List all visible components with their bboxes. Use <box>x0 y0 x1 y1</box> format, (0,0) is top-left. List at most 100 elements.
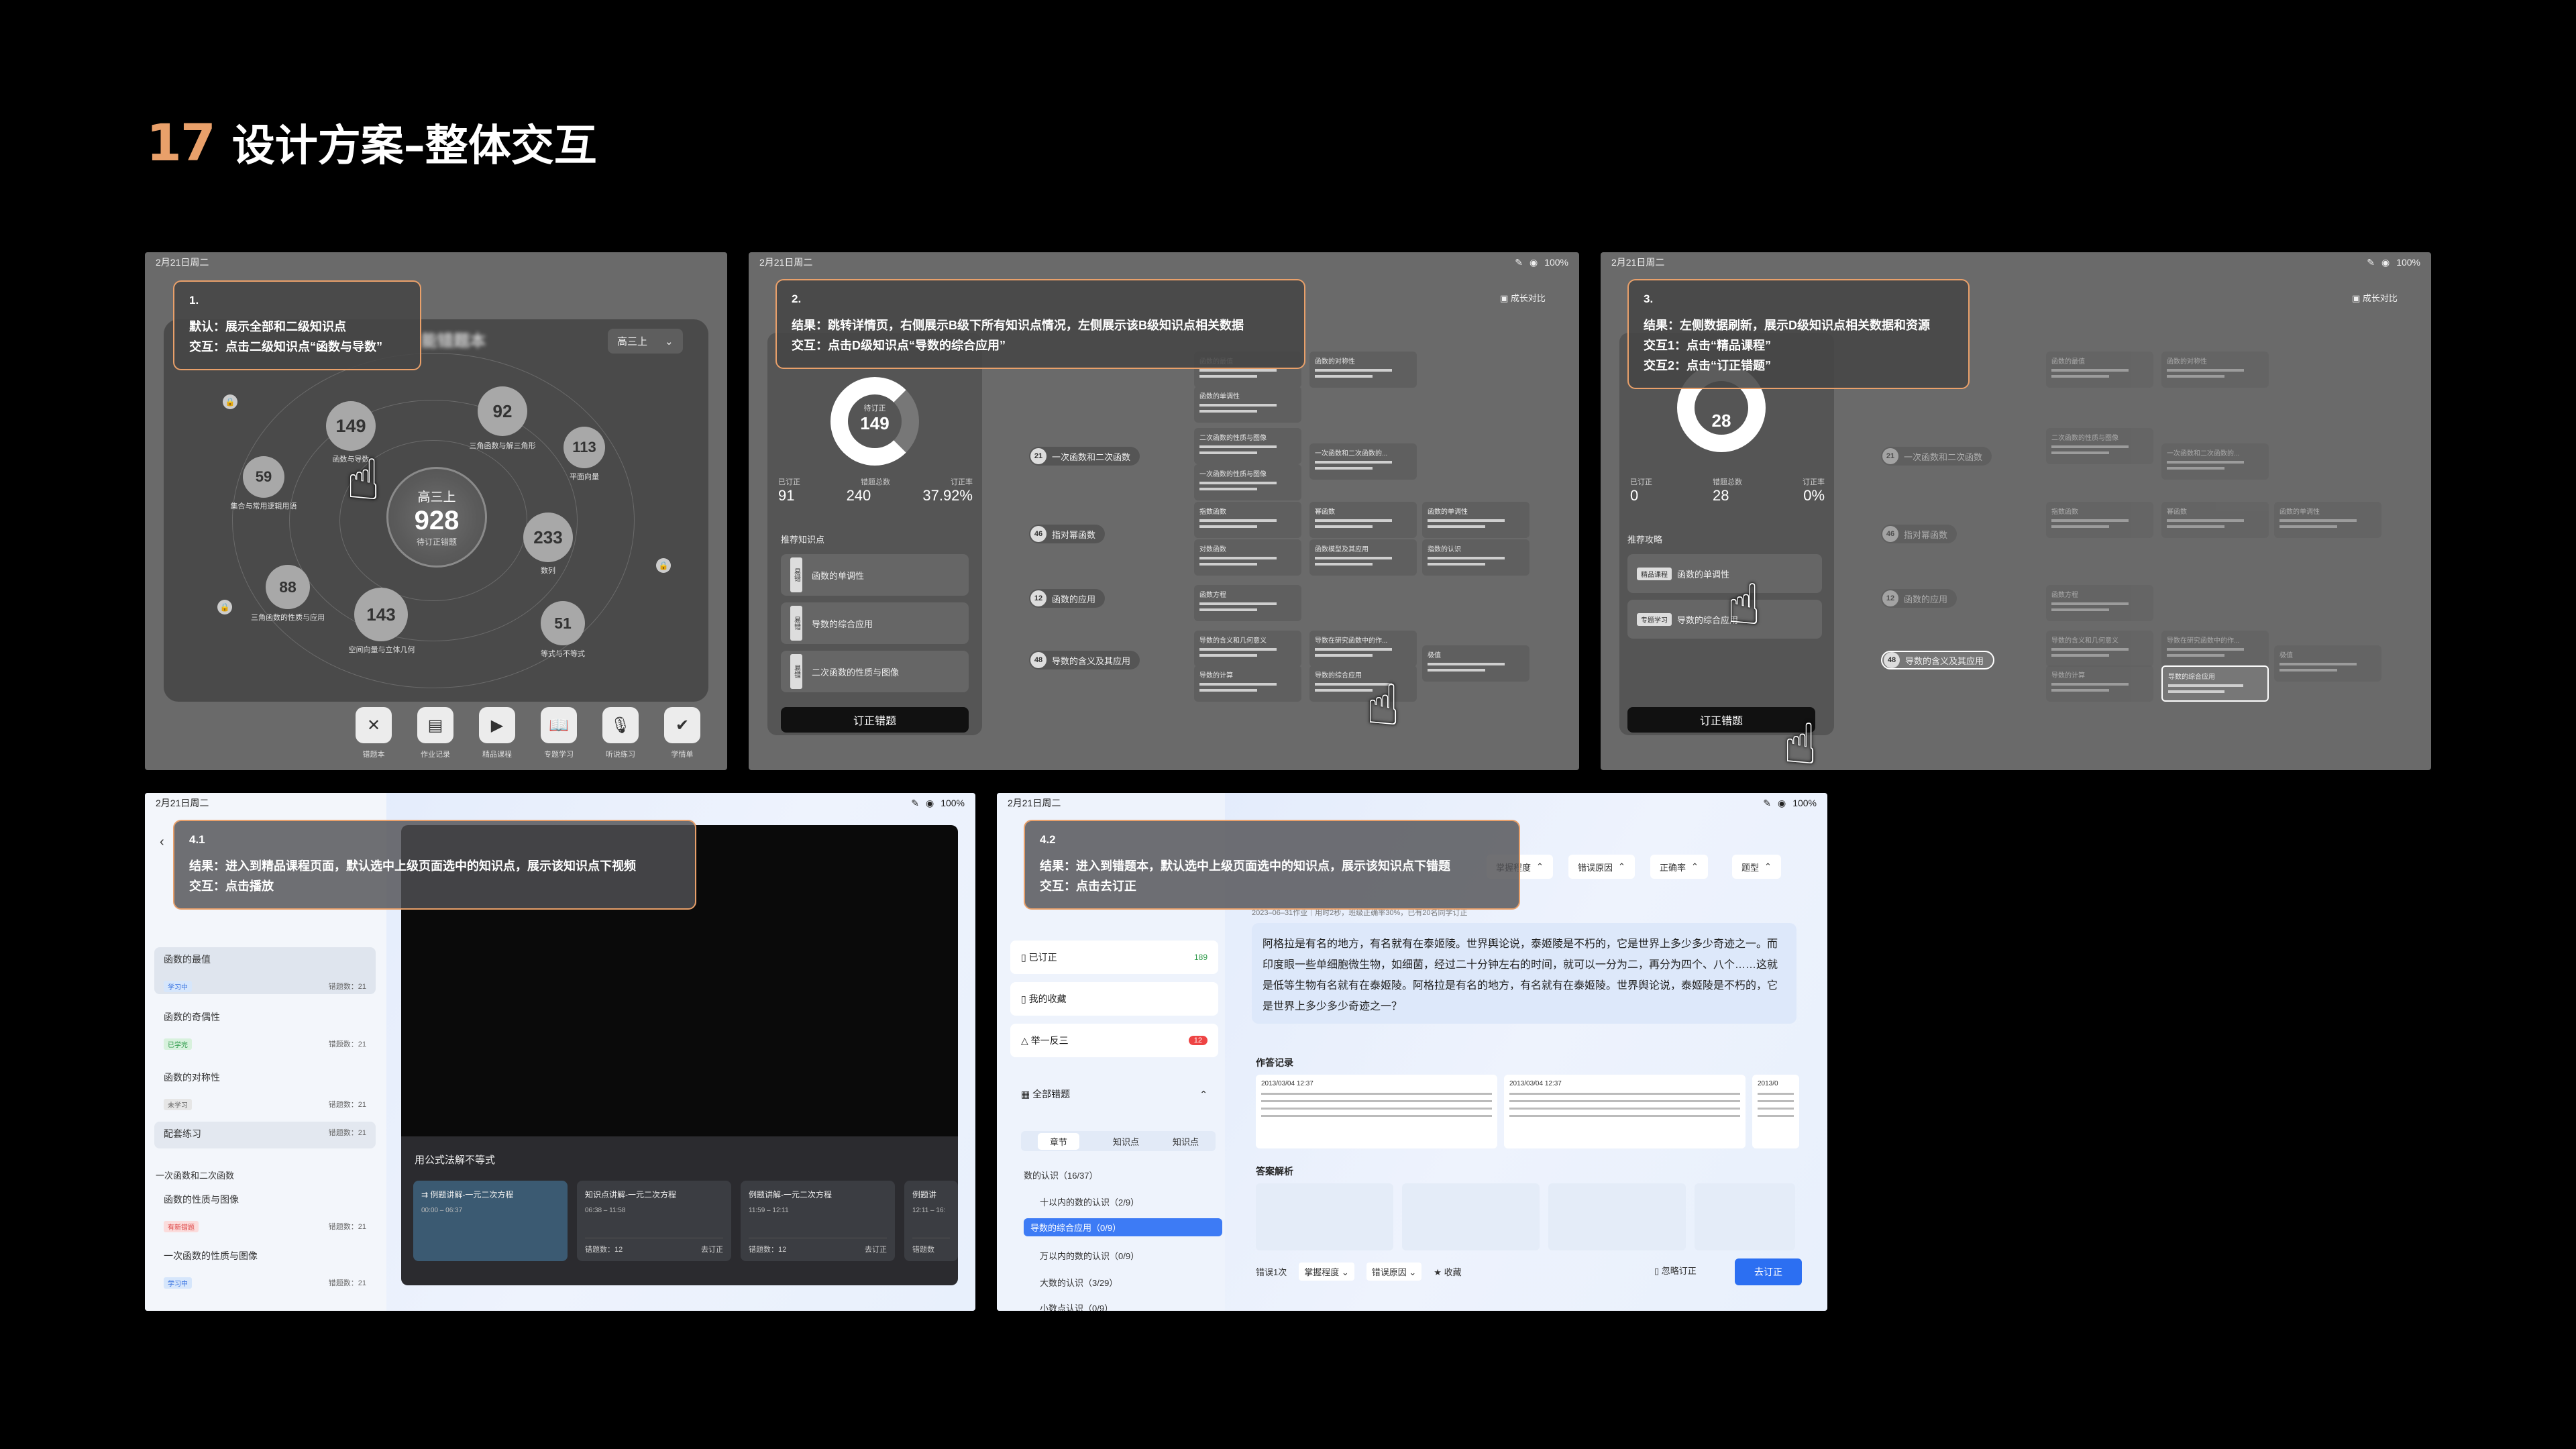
bubble-trig-apply[interactable]: 88 <box>266 565 310 609</box>
back-arrow-icon[interactable]: ‹ <box>160 835 164 850</box>
leaf-node[interactable]: 函数模型及其应用 <box>1309 539 1417 576</box>
tree-item[interactable]: 数的认识（16/37） <box>1024 1169 1098 1181</box>
leaf-node[interactable]: 函数的对称性 <box>1309 352 1417 388</box>
side-all[interactable]: ▦ 全部错题 ⌃ <box>1010 1077 1218 1111</box>
bubble-trig[interactable]: 92 <box>478 386 527 436</box>
leaf-node[interactable]: 指数函数 <box>2046 502 2153 538</box>
kp-item[interactable]: 一次函数的性质与图像 学习中 错题数：21 <box>154 1244 376 1291</box>
video-chapter-card[interactable]: 例题讲解-一元二次方程 11:59 – 12:11 错题数：12 去订正 <box>741 1181 895 1261</box>
tab-chapter[interactable]: 章节 <box>1037 1132 1079 1150</box>
video-chapter-card[interactable]: 知识点讲解-一元二次方程 06:38 – 11:58 错题数：12 去订正 <box>577 1181 731 1261</box>
tab-knowledge[interactable]: 知识点 <box>1113 1135 1139 1148</box>
bubble-vector[interactable]: 113 <box>564 427 605 468</box>
tree-item[interactable]: 大数的认识（3/29） <box>1040 1276 1118 1289</box>
filter-reason[interactable]: 错误原因 ⌃ <box>1568 855 1635 879</box>
node-linear-quadratic[interactable]: 21 一次函数和二次函数 <box>1029 447 1140 466</box>
tree-item[interactable]: 万以内的数的认识（0/9） <box>1040 1249 1139 1262</box>
leaf-node[interactable]: 函数方程 <box>2046 585 2153 621</box>
leaf-node[interactable]: 一次函数的性质与图像 <box>1194 464 1301 500</box>
leaf-node[interactable]: 函数的单调性 <box>1194 386 1301 423</box>
tool-topic[interactable]: 📖 专题学习 <box>541 707 577 759</box>
leaf-node[interactable]: 导数在研究函数中的作... <box>2161 631 2269 667</box>
side-similar[interactable]: △ 举一反三 12 <box>1010 1024 1218 1057</box>
leaf-node[interactable]: 函数的单调性 <box>2274 502 2381 538</box>
side-corrected[interactable]: ▯ 已订正 189 <box>1010 941 1218 974</box>
node-derivative-selected[interactable]: 48 导数的含义及其应用 <box>1881 651 1995 669</box>
bubble-inequality[interactable]: 51 <box>541 601 585 645</box>
stat-values: 0 28 0% <box>1630 487 1825 504</box>
leaf-node[interactable]: 导数的含义和几何意义 <box>2046 631 2153 667</box>
leaf-node[interactable]: 函数方程 <box>1194 585 1301 621</box>
kp-item[interactable]: 函数的对称性 未学习 错题数：21 <box>154 1065 376 1112</box>
annotation-1: 1. 默认：展示全部和二级知识点 交互：点击二级知识点“函数与导数” <box>173 280 421 370</box>
tool-report[interactable]: ✔ 学情单 <box>664 707 700 759</box>
tree-item[interactable]: 小数点认识（0/9） <box>1040 1301 1113 1311</box>
rec-course[interactable]: 精品课程 函数的单调性 <box>1627 554 1822 593</box>
leaf-node[interactable]: 极值 <box>2274 645 2381 682</box>
reason-dropdown[interactable]: 错误原因 ⌄ <box>1366 1263 1422 1281</box>
record-card[interactable]: 2013/0 <box>1752 1075 1799 1148</box>
leaf-node[interactable]: 函数的最值 <box>2046 352 2153 388</box>
favorite-button[interactable]: ★ 收藏 <box>1434 1265 1461 1278</box>
bubble-sets[interactable]: 59 <box>243 456 284 498</box>
leaf-node[interactable]: 极值 <box>1422 645 1529 682</box>
filter-type[interactable]: 题型 ⌃ <box>1732 855 1781 879</box>
tool-listening[interactable]: 🎙 听说练习 <box>602 707 639 759</box>
leaf-node[interactable]: 指数的认识 <box>1422 539 1529 576</box>
leaf-node[interactable]: 二次函数的性质与图像 <box>1194 428 1301 464</box>
practice-item[interactable]: 配套练习 错题数：21 <box>154 1122 376 1148</box>
leaf-node[interactable]: 一次函数和二次函数的... <box>2161 443 2269 480</box>
video-chapter-card[interactable]: ⇉ 例题讲解-一元二次方程 00:00 – 06:37 <box>413 1181 568 1261</box>
rec-item[interactable]: 易错 函数的单调性 <box>781 554 969 596</box>
correct-button[interactable]: 订正错题 <box>781 707 969 733</box>
leaf-node[interactable]: 导数在研究函数中的作... <box>1309 631 1417 667</box>
leaf-node[interactable]: 幂函数 <box>2161 502 2269 538</box>
rec-item[interactable]: 易错 二次函数的性质与图像 <box>781 651 969 692</box>
tab-knowledge-2[interactable]: 知识点 <box>1173 1135 1199 1148</box>
leaf-node[interactable]: 幂函数 <box>1309 502 1417 538</box>
center-total[interactable]: 高三上 928 待订正错题 <box>386 467 487 568</box>
tree-item-selected[interactable]: 导数的综合应用（0/9） <box>1024 1218 1222 1236</box>
leaf-node[interactable]: 二次函数的性质与图像 <box>2046 428 2153 464</box>
leaf-node-selected[interactable]: 导数的综合应用 <box>2161 665 2269 702</box>
leaf-node[interactable]: 函数的单调性 <box>1422 502 1529 538</box>
record-card[interactable]: 2013/03/04 12:37 <box>1504 1075 1746 1148</box>
kp-item[interactable]: 函数的性质与图像 有新错题 错题数：21 <box>154 1187 376 1234</box>
status-bar: 2月21日周二 ✎ ◉ 100% <box>145 793 975 813</box>
tool-homework[interactable]: ▤ 作业记录 <box>417 707 453 759</box>
leaf-node[interactable]: 指数函数 <box>1194 502 1301 538</box>
leaf-node[interactable]: 函数的对称性 <box>2161 352 2269 388</box>
tree-item[interactable]: 十以内的数的认识（2/9） <box>1040 1195 1139 1208</box>
leaf-node[interactable]: 导数的计算 <box>1194 665 1301 702</box>
bubble-space-vector[interactable]: 143 <box>354 588 408 641</box>
node[interactable]: 12 函数的应用 <box>1881 589 1957 608</box>
node-function-apply[interactable]: 12 函数的应用 <box>1029 589 1106 608</box>
node[interactable]: 21 一次函数和二次函数 <box>1881 447 1992 466</box>
filter-accuracy[interactable]: 正确率 ⌃ <box>1650 855 1708 879</box>
growth-contrast-link[interactable]: ▣ 成长对比 <box>2352 291 2398 304</box>
tool-wrongbook[interactable]: ✕ 错题本 <box>356 707 392 759</box>
growth-contrast-link[interactable]: ▣ 成长对比 <box>1500 291 1546 304</box>
grade-select[interactable]: 高三上 ⌄ <box>608 329 683 354</box>
leaf-node[interactable]: 对数函数 <box>1194 539 1301 576</box>
side-favorites[interactable]: ▯ 我的收藏 <box>1010 982 1218 1016</box>
tool-course[interactable]: ▶ 精品课程 <box>479 707 515 759</box>
leaf-node[interactable]: 导数的综合应用 <box>1309 665 1417 702</box>
leaf-node[interactable]: 一次函数和二次函数的... <box>1309 443 1417 480</box>
ignore-button[interactable]: ▯ 忽略订正 <box>1654 1264 1697 1277</box>
rec-topic[interactable]: 专题学习 导数的综合应用 <box>1627 600 1822 639</box>
leaf-node[interactable]: 导数的含义和几何意义 <box>1194 631 1301 667</box>
bubble-function-derivative[interactable]: 149 <box>326 401 376 451</box>
node-derivative[interactable]: 48 导数的含义及其应用 <box>1029 651 1140 669</box>
node[interactable]: 46 指对幂函数 <box>1881 525 1957 543</box>
kp-item[interactable]: 函数的奇偶性 已学完 错题数：21 <box>154 1005 376 1052</box>
mastery-dropdown[interactable]: 掌握程度 ⌄ <box>1299 1263 1354 1281</box>
kp-item-active[interactable]: 函数的最值 学习中 错题数：21 <box>154 947 376 994</box>
record-card[interactable]: 2013/03/04 12:37 <box>1256 1075 1497 1148</box>
leaf-node[interactable]: 导数的计算 <box>2046 665 2153 702</box>
bubble-sequence[interactable]: 233 <box>523 513 573 562</box>
video-chapter-card[interactable]: 例题讲 12:11 – 16: 错题数 <box>904 1181 958 1261</box>
go-correct-button[interactable]: 去订正 <box>1735 1258 1802 1285</box>
node-exp-log[interactable]: 46 指对幂函数 <box>1029 525 1106 543</box>
rec-item[interactable]: 易错 导数的综合应用 <box>781 602 969 644</box>
